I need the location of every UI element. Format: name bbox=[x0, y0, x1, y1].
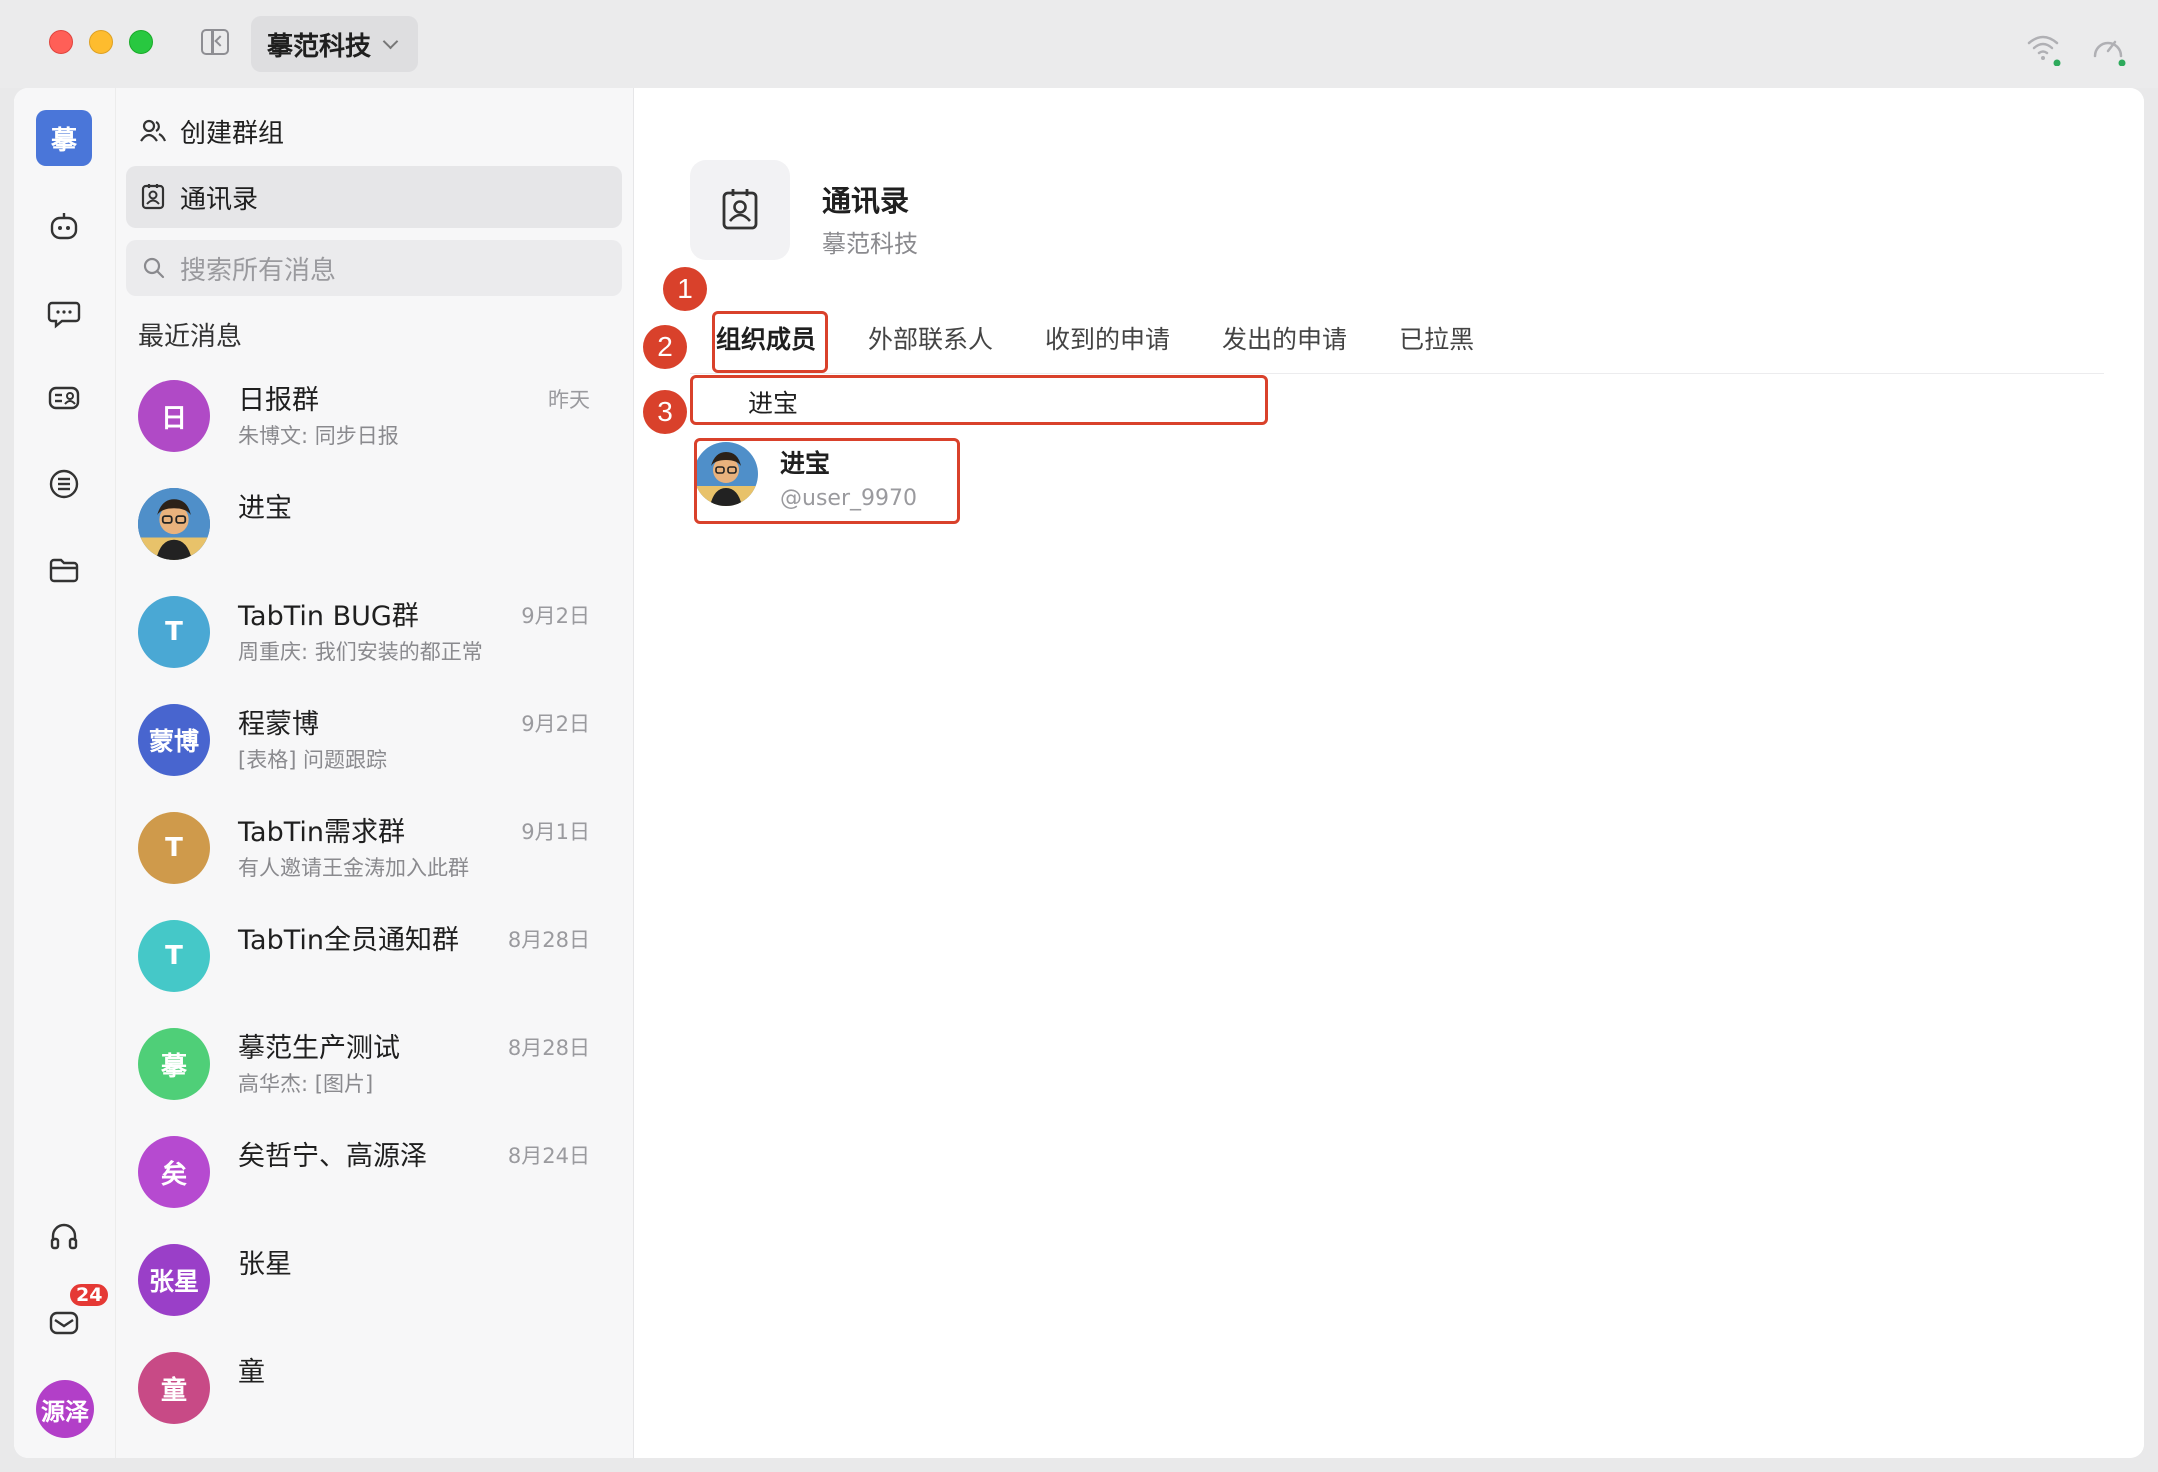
recent-messages-title: 最近消息 bbox=[138, 322, 243, 352]
annotation-marker-1: 1 bbox=[663, 267, 707, 311]
conversation-preview: 高华杰: [图片] bbox=[238, 1072, 374, 1096]
inbox-icon[interactable] bbox=[44, 1302, 84, 1342]
contact-book-icon bbox=[690, 160, 790, 260]
create-group-button[interactable]: 创建群组 bbox=[126, 100, 622, 162]
conversation-time: 8月24日 bbox=[507, 1144, 590, 1168]
search-icon bbox=[143, 257, 165, 279]
user-avatar[interactable]: 源泽 bbox=[36, 1380, 94, 1438]
conversation-name: 童 bbox=[238, 1357, 265, 1388]
conversation-item[interactable]: T TabTin需求群有人邀请王金涛加入此群 9月1日 bbox=[116, 800, 634, 908]
conversation-avatar: 日 bbox=[138, 380, 210, 452]
conversation-avatar: T bbox=[138, 920, 210, 992]
conversation-time: 昨天 bbox=[548, 388, 590, 412]
conversation-item[interactable]: T TabTin BUG群周重庆: 我们安装的都正常 9月2日 bbox=[116, 584, 634, 692]
folder-icon[interactable] bbox=[44, 550, 84, 590]
conversation-avatar bbox=[138, 488, 210, 560]
page-title: 通讯录 bbox=[822, 184, 910, 218]
annotation-box-result bbox=[694, 438, 960, 524]
tab-sent-requests[interactable]: 发出的申请 bbox=[1222, 316, 1347, 376]
conversation-avatar: 蒙博 bbox=[138, 704, 210, 776]
conversation-avatar: T bbox=[138, 812, 210, 884]
conversation-avatar: 摹 bbox=[138, 1028, 210, 1100]
docs-icon[interactable] bbox=[44, 464, 84, 504]
conversation-item[interactable]: 张星 张星 bbox=[116, 1232, 634, 1340]
chevron-down-icon bbox=[382, 33, 399, 49]
bot-icon[interactable] bbox=[44, 206, 84, 246]
wifi-icon[interactable] bbox=[2025, 30, 2061, 66]
sidebar-toggle-icon[interactable] bbox=[201, 29, 229, 55]
org-switcher[interactable]: 摹范科技 bbox=[251, 16, 419, 72]
conversation-time: 8月28日 bbox=[507, 928, 590, 952]
app-window: 摹 24 源泽 创建群组 通讯录 搜索所有消息 最近消息 日 日报群 朱博文: … bbox=[14, 88, 2144, 1458]
conversation-item[interactable]: 矣矣哲宁、高源泽 8月24日 bbox=[116, 1124, 634, 1232]
title-bar: 摹范科技 bbox=[0, 0, 2158, 88]
annotation-marker-3: 3 bbox=[643, 390, 687, 434]
org-logo[interactable]: 摹 bbox=[36, 110, 92, 166]
conversation-item[interactable]: 进宝 bbox=[116, 476, 634, 584]
conversation-preview: [表格] 问题跟踪 bbox=[238, 748, 388, 772]
conversation-name: 程蒙博 bbox=[238, 709, 319, 740]
search-placeholder: 搜索所有消息 bbox=[180, 255, 337, 286]
conversation-name: 进宝 bbox=[238, 493, 292, 524]
annotation-marker-2: 2 bbox=[643, 325, 687, 369]
conversation-name: 摹范生产测试 bbox=[238, 1033, 400, 1064]
create-group-label: 创建群组 bbox=[180, 118, 285, 149]
inbox-badge: 24 bbox=[68, 1282, 111, 1308]
conversation-preview: 周重庆: 我们安装的都正常 bbox=[238, 640, 483, 664]
conversation-name: TabTin BUG群 bbox=[238, 601, 419, 632]
close-window-button[interactable] bbox=[49, 30, 73, 54]
tab-external-contacts[interactable]: 外部联系人 bbox=[868, 316, 993, 376]
conversation-item[interactable]: 蒙博 程蒙博 [表格] 问题跟踪 9月2日 bbox=[116, 692, 634, 800]
contacts-main: 通讯录 摹范科技 组织成员 外部联系人 收到的申请 发出的申请 已拉黑 进宝 进… bbox=[634, 88, 2144, 1458]
zoom-window-button[interactable] bbox=[129, 30, 153, 54]
org-name: 摹范科技 bbox=[267, 31, 372, 62]
headset-icon[interactable] bbox=[44, 1216, 84, 1256]
conversation-time: 9月2日 bbox=[521, 604, 590, 628]
conversation-avatar: T bbox=[138, 596, 210, 668]
conversation-name: 日报群 bbox=[238, 385, 319, 416]
conversation-item[interactable]: 摹摹范生产测试高华杰: [图片] 8月28日 bbox=[116, 1016, 634, 1124]
conversation-item[interactable]: T TabTin全员通知群 8月28日 bbox=[116, 908, 634, 1016]
conversation-name: 矣哲宁、高源泽 bbox=[238, 1141, 427, 1172]
conversation-item[interactable]: 童童 bbox=[116, 1340, 634, 1448]
conversation-name: TabTin全员通知群 bbox=[238, 925, 459, 956]
chat-icon[interactable] bbox=[44, 292, 84, 332]
annotation-box-tab bbox=[712, 311, 828, 373]
tab-received-requests[interactable]: 收到的申请 bbox=[1045, 316, 1170, 376]
conversation-name: 张星 bbox=[238, 1249, 292, 1280]
contacts-card-icon[interactable] bbox=[44, 378, 84, 418]
tabs-divider bbox=[690, 373, 2104, 374]
conversation-avatar: 张星 bbox=[138, 1244, 210, 1316]
icon-rail: 摹 24 源泽 bbox=[14, 88, 116, 1458]
conversation-item[interactable]: 日日报群朱博文: 同步日报 昨天 bbox=[116, 368, 634, 476]
annotation-box-search bbox=[690, 375, 1268, 425]
conversation-panel: 创建群组 通讯录 搜索所有消息 最近消息 日日报群 朱博文: 同步日报 昨天 进宝 T T… bbox=[116, 88, 634, 1458]
contacts-tabs: 组织成员 外部联系人 收到的申请 发出的申请 已拉黑 bbox=[716, 316, 1526, 376]
message-search-input[interactable]: 搜索所有消息 bbox=[126, 240, 622, 296]
tab-blocked[interactable]: 已拉黑 bbox=[1399, 316, 1474, 376]
conversation-avatar: 童 bbox=[138, 1352, 210, 1424]
conversation-time: 9月1日 bbox=[521, 820, 590, 844]
conversation-avatar: 矣 bbox=[138, 1136, 210, 1208]
contacts-nav-item[interactable]: 通讯录 bbox=[126, 166, 622, 228]
contact-book-icon bbox=[141, 184, 165, 210]
contacts-label: 通讯录 bbox=[180, 184, 259, 215]
page-subtitle: 摹范科技 bbox=[822, 230, 918, 258]
minimize-window-button[interactable] bbox=[89, 30, 113, 54]
speedometer-icon[interactable] bbox=[2090, 30, 2126, 66]
conversation-time: 8月28日 bbox=[507, 1036, 590, 1060]
people-icon bbox=[140, 119, 167, 142]
conversation-time: 9月2日 bbox=[521, 712, 590, 736]
conversation-preview: 朱博文: 同步日报 bbox=[238, 424, 399, 448]
conversation-name: TabTin需求群 bbox=[238, 817, 405, 848]
conversation-preview: 有人邀请王金涛加入此群 bbox=[238, 856, 469, 880]
